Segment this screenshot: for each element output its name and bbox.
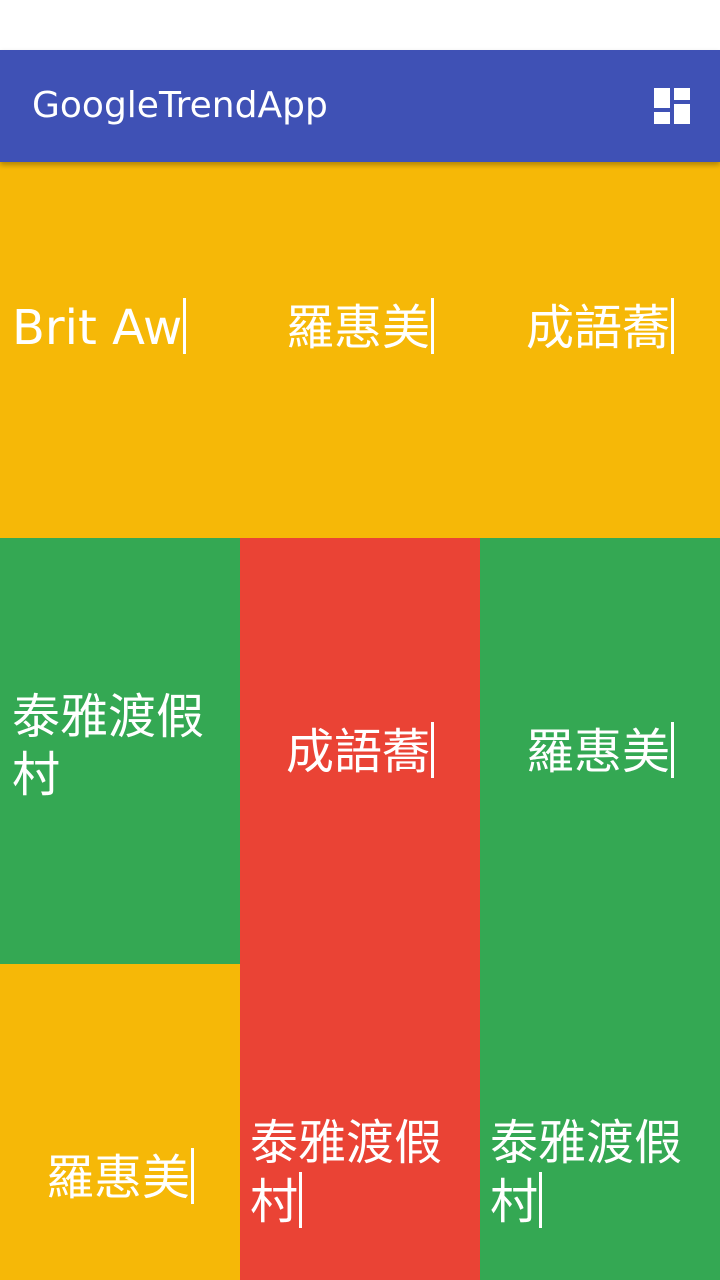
dashboard-grid-icon bbox=[654, 88, 690, 124]
trend-tile-label: 羅惠美 bbox=[46, 1147, 194, 1207]
status-bar bbox=[0, 0, 720, 50]
trend-tile-label: 羅惠美 bbox=[286, 297, 434, 357]
trend-tile-5[interactable]: 成語蕎 bbox=[240, 538, 480, 964]
app-title: GoogleTrendApp bbox=[32, 85, 328, 126]
trend-tile-1[interactable]: Brit Aw bbox=[0, 162, 252, 492]
trend-tile-6[interactable]: 羅惠美 bbox=[480, 538, 720, 964]
trend-tile-label: 泰雅渡假村 bbox=[250, 1114, 443, 1230]
trend-tile-label: 羅惠美 bbox=[526, 721, 674, 781]
trend-tile-4[interactable]: 泰雅渡假村 bbox=[0, 538, 240, 964]
trend-tile-label: 泰雅渡假村 bbox=[12, 689, 205, 803]
trend-tile-label: 成語蕎 bbox=[286, 721, 434, 781]
trend-tile-label: Brit Aw bbox=[12, 297, 187, 357]
trend-tile-7[interactable]: 羅惠美 bbox=[0, 964, 240, 1280]
dashboard-grid-button[interactable] bbox=[652, 86, 692, 126]
trend-tile-label: 泰雅渡假村 bbox=[490, 1114, 683, 1230]
trend-tile-label: 成語蕎 bbox=[526, 297, 674, 357]
trend-tile-9[interactable]: 泰雅渡假村 bbox=[480, 964, 720, 1280]
app-bar: GoogleTrendApp bbox=[0, 50, 720, 162]
trend-tile-8[interactable]: 泰雅渡假村 bbox=[240, 964, 480, 1280]
trend-tile-2[interactable]: 羅惠美 bbox=[240, 162, 480, 492]
trend-tile-3[interactable]: 成語蕎 bbox=[480, 162, 720, 492]
